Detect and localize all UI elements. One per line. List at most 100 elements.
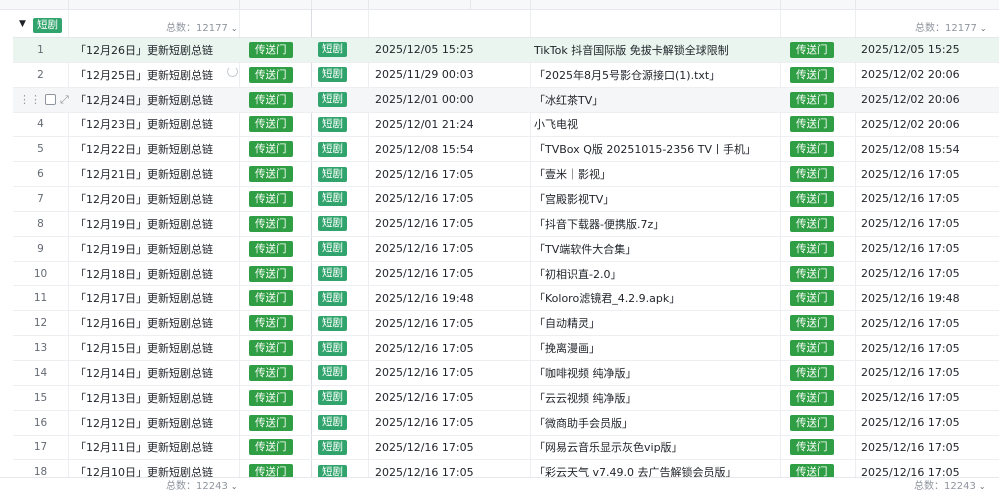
- footer-count-left[interactable]: 总数：12243 ⌄: [166, 477, 238, 492]
- created-date: 2025/12/16 17:05: [375, 416, 474, 430]
- portal-button[interactable]: 传送门: [249, 66, 293, 83]
- portal-button-2[interactable]: 传送门: [790, 315, 834, 332]
- table-row[interactable]: ⋮⋮ ⤢ 「12月24日」更新短剧总链 传送门 短剧 2025/12/01 00:00 「冰…: [13, 87, 999, 113]
- table-row[interactable]: 1 「12月26日」更新短剧总链 传送门 短剧 2025/12/05 15:25 TikT…: [13, 38, 999, 63]
- expand-icon[interactable]: ⤢: [60, 93, 69, 107]
- portal-button-2[interactable]: 传送门: [790, 41, 834, 58]
- portal-button-2[interactable]: 传送门: [790, 240, 834, 257]
- table-row[interactable]: 14 「12月14日」更新短剧总链 传送门 短剧 2025/12/16 17:05 「咖啡…: [13, 361, 999, 386]
- portal-button[interactable]: 传送门: [249, 265, 293, 282]
- row-title[interactable]: 「12月25日」更新短剧总链: [75, 63, 245, 87]
- row-title[interactable]: 「12月22日」更新短剧总链: [75, 137, 245, 161]
- footer-count-right[interactable]: 总数：12243 ⌄: [914, 477, 986, 492]
- row-title[interactable]: 「12月24日」更新短剧总链: [75, 88, 245, 112]
- portal-button-2[interactable]: 传送门: [790, 364, 834, 381]
- portal-button-2[interactable]: 传送门: [790, 290, 834, 307]
- row-checkbox[interactable]: [45, 94, 56, 106]
- portal-button-2[interactable]: 传送门: [790, 265, 834, 282]
- row-title[interactable]: 「12月19日」更新短剧总链: [75, 212, 245, 236]
- resource-name[interactable]: 「微商助手会员版」: [534, 411, 794, 435]
- resource-name[interactable]: 「网易云音乐显示灰色vip版」: [534, 436, 794, 460]
- resource-name[interactable]: 「云云视频 纯净版」: [534, 386, 794, 410]
- row-title[interactable]: 「12月14日」更新短剧总链: [75, 361, 245, 385]
- table-row[interactable]: 17 「12月11日」更新短剧总链 传送门 短剧 2025/12/16 17:05 「网易…: [13, 436, 999, 461]
- table-row[interactable]: 8 「12月19日」更新短剧总链 传送门 短剧 2025/12/16 17:05 「抖音下…: [13, 212, 999, 237]
- portal-button[interactable]: 传送门: [249, 215, 293, 232]
- portal-button[interactable]: 传送门: [249, 41, 293, 58]
- table-row[interactable]: 15 「12月13日」更新短剧总链 传送门 短剧 2025/12/16 17:05 「云云…: [13, 386, 999, 411]
- row-title[interactable]: 「12月21日」更新短剧总链: [75, 162, 245, 186]
- portal-button[interactable]: 传送门: [249, 315, 293, 332]
- row-title[interactable]: 「12月12日」更新短剧总链: [75, 411, 245, 435]
- resource-name[interactable]: 「宫殿影视TV」: [534, 187, 794, 211]
- portal-button[interactable]: 传送门: [249, 91, 293, 108]
- created-date: 2025/12/16 17:05: [375, 391, 474, 405]
- resource-name[interactable]: 「Koloro滤镜君_4.2.9.apk」: [534, 286, 794, 310]
- resource-name[interactable]: 「TVBox Q版 20251015-2356 TV丨手机」: [534, 137, 794, 161]
- portal-button-2[interactable]: 传送门: [790, 166, 834, 183]
- portal-button-2[interactable]: 传送门: [790, 66, 834, 83]
- resource-name[interactable]: 「咖啡视频 纯净版」: [534, 361, 794, 385]
- portal-button-2[interactable]: 传送门: [790, 116, 834, 133]
- table-row[interactable]: 16 「12月12日」更新短剧总链 传送门 短剧 2025/12/16 17:05 「微商…: [13, 411, 999, 436]
- category-tag: 短剧: [318, 315, 347, 331]
- table-row[interactable]: 11 「12月17日」更新短剧总链 传送门 短剧 2025/12/16 19:48 「Ko…: [13, 286, 999, 312]
- table-row[interactable]: 9 「12月19日」更新短剧总链 传送门 短剧 2025/12/16 17:05 「TV端…: [13, 237, 999, 262]
- portal-button[interactable]: 传送门: [249, 340, 293, 357]
- portal-button[interactable]: 传送门: [249, 364, 293, 381]
- group-header[interactable]: ▼ 短剧 总数：12177 ⌄ 总数：12177 ⌄: [13, 15, 999, 38]
- resource-name[interactable]: 「TV端软件大合集」: [534, 237, 794, 261]
- caret-down-icon[interactable]: ▼: [19, 19, 26, 29]
- resource-name[interactable]: 「挽离漫画」: [534, 336, 794, 360]
- portal-button-2[interactable]: 传送门: [790, 389, 834, 406]
- row-title[interactable]: 「12月11日」更新短剧总链: [75, 436, 245, 460]
- resource-name[interactable]: 「自动精灵」: [534, 311, 794, 335]
- row-title[interactable]: 「12月18日」更新短剧总链: [75, 262, 245, 286]
- table-row[interactable]: 5 「12月22日」更新短剧总链 传送门 短剧 2025/12/08 15:54 「TVB…: [13, 137, 999, 163]
- portal-button[interactable]: 传送门: [249, 439, 293, 456]
- portal-button-2[interactable]: 传送门: [790, 414, 834, 431]
- created-date: 2025/12/16 17:05: [375, 167, 474, 181]
- portal-button-2[interactable]: 传送门: [790, 190, 834, 207]
- portal-button[interactable]: 传送门: [249, 414, 293, 431]
- table-row[interactable]: 12 「12月16日」更新短剧总链 传送门 短剧 2025/12/16 17:05 「自动…: [13, 311, 999, 337]
- portal-button[interactable]: 传送门: [249, 290, 293, 307]
- row-title[interactable]: 「12月15日」更新短剧总链: [75, 336, 245, 360]
- resource-name[interactable]: 「冰红茶TV」: [534, 88, 794, 112]
- row-title[interactable]: 「12月17日」更新短剧总链: [75, 286, 245, 310]
- table-row[interactable]: 10 「12月18日」更新短剧总链 传送门 短剧 2025/12/16 17:05 「初相…: [13, 262, 999, 287]
- portal-button-2[interactable]: 传送门: [790, 340, 834, 357]
- portal-button[interactable]: 传送门: [249, 166, 293, 183]
- portal-button-2[interactable]: 传送门: [790, 141, 834, 158]
- resource-name[interactable]: 「2025年8月5号影仓源接口(1).txt」: [534, 63, 794, 87]
- row-title[interactable]: 「12月20日」更新短剧总链: [75, 187, 245, 211]
- table-row[interactable]: 6 「12月21日」更新短剧总链 传送门 短剧 2025/12/16 17:05 「壹米｜…: [13, 162, 999, 188]
- drag-handle-icon[interactable]: ⋮⋮: [19, 93, 41, 106]
- resource-name[interactable]: 小飞电视: [534, 113, 794, 137]
- updated-date: 2025/12/16 17:05: [861, 192, 960, 206]
- portal-button[interactable]: 传送门: [249, 116, 293, 133]
- portal-button[interactable]: 传送门: [249, 190, 293, 207]
- created-date: 2025/12/05 15:25: [375, 43, 474, 57]
- table-row[interactable]: 7 「12月20日」更新短剧总链 传送门 短剧 2025/12/16 17:05 「宫殿影…: [13, 187, 999, 212]
- table-row[interactable]: 13 「12月15日」更新短剧总链 传送门 短剧 2025/12/16 17:05 「挽离…: [13, 336, 999, 361]
- table-row[interactable]: 2 「12月25日」更新短剧总链 传送门 短剧 2025/11/29 00:03 「202…: [13, 63, 999, 88]
- row-title[interactable]: 「12月13日」更新短剧总链: [75, 386, 245, 410]
- group-count-right[interactable]: 总数：12177 ⌄: [915, 19, 987, 34]
- portal-button-2[interactable]: 传送门: [790, 439, 834, 456]
- resource-name[interactable]: 「抖音下载器-便携版.7z」: [534, 212, 794, 236]
- portal-button[interactable]: 传送门: [249, 389, 293, 406]
- portal-button-2[interactable]: 传送门: [790, 91, 834, 108]
- resource-name[interactable]: TikTok 抖音国际版 免拔卡解锁全球限制: [534, 38, 794, 62]
- group-count-left[interactable]: 总数：12177 ⌄: [166, 19, 238, 34]
- portal-button[interactable]: 传送门: [249, 141, 293, 158]
- resource-name[interactable]: 「初相识直-2.0」: [534, 262, 794, 286]
- row-title[interactable]: 「12月16日」更新短剧总链: [75, 311, 245, 335]
- row-title[interactable]: 「12月23日」更新短剧总链: [75, 113, 245, 137]
- row-title[interactable]: 「12月19日」更新短剧总链: [75, 237, 245, 261]
- table-row[interactable]: 4 「12月23日」更新短剧总链 传送门 短剧 2025/12/01 21:24 小飞电视…: [13, 113, 999, 138]
- portal-button[interactable]: 传送门: [249, 240, 293, 257]
- portal-button-2[interactable]: 传送门: [790, 215, 834, 232]
- row-title[interactable]: 「12月26日」更新短剧总链: [75, 38, 245, 62]
- resource-name[interactable]: 「壹米｜影视」: [534, 162, 794, 186]
